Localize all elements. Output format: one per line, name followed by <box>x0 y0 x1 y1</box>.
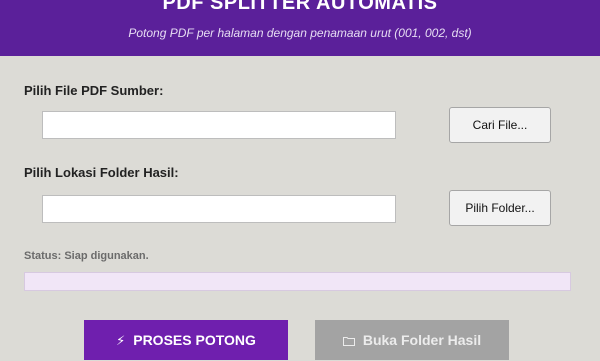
app-header: PDF SPLITTER AUTOMATIS Potong PDF per ha… <box>0 0 600 56</box>
app-title: PDF SPLITTER AUTOMATIS <box>162 0 438 14</box>
open-output-folder-button: Buka Folder Hasil <box>315 320 509 360</box>
output-folder-label: Pilih Lokasi Folder Hasil: <box>24 165 179 180</box>
output-folder-input[interactable] <box>42 195 396 223</box>
status-text: Status: Siap digunakan. <box>24 250 149 262</box>
source-file-input[interactable] <box>42 111 396 139</box>
open-output-folder-label: Buka Folder Hasil <box>362 332 482 348</box>
lightning-icon: ⚡ <box>116 333 126 348</box>
source-file-label: Pilih File PDF Sumber: <box>24 83 164 98</box>
app-subtitle: Potong PDF per halaman dengan penamaan u… <box>128 26 472 40</box>
choose-folder-button[interactable]: Pilih Folder... <box>449 190 551 226</box>
process-split-button[interactable]: ⚡ PROSES POTONG <box>84 320 288 360</box>
progress-bar <box>24 272 571 291</box>
folder-icon <box>342 321 355 361</box>
browse-file-button[interactable]: Cari File... <box>449 107 551 143</box>
process-split-label: PROSES POTONG <box>133 332 256 348</box>
